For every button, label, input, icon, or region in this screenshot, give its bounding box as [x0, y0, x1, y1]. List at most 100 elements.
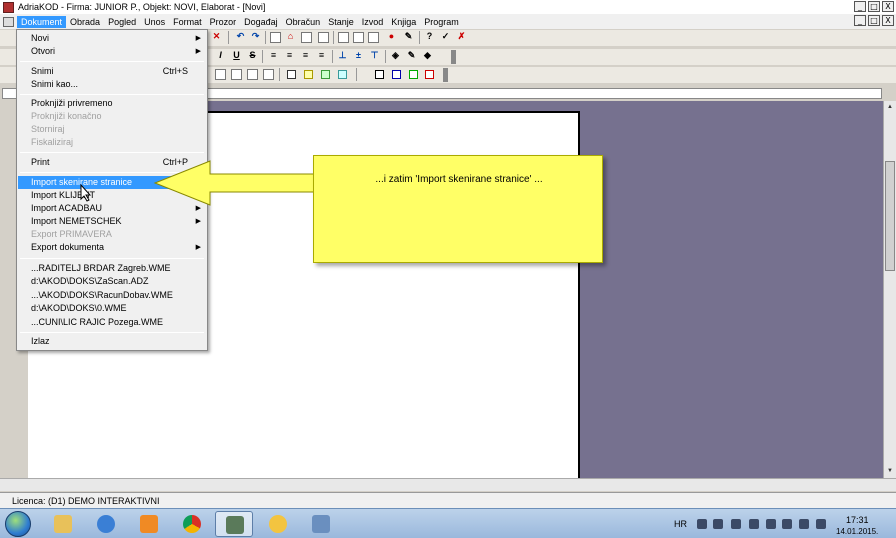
print-icon[interactable]	[353, 32, 364, 43]
mail-icon[interactable]	[301, 32, 312, 43]
taskbar-adriakod[interactable]	[215, 511, 253, 537]
align-left-icon[interactable]: ≡	[268, 51, 279, 62]
align-bottom-icon[interactable]: ⊥	[337, 51, 348, 62]
menu-dokument[interactable]: Dokument	[17, 15, 67, 28]
document-system-icon[interactable]	[3, 16, 14, 27]
menu-item-label: Import NEMETSCHEK	[31, 216, 122, 226]
color-green-swatch[interactable]	[321, 70, 330, 79]
menu-prozor[interactable]: Prozor	[206, 16, 241, 28]
window-icon[interactable]	[338, 32, 349, 43]
color-black-swatch[interactable]	[375, 70, 384, 79]
border-outer-icon[interactable]	[247, 69, 258, 80]
scroll-up-icon[interactable]: ▲	[885, 102, 895, 112]
undo-icon[interactable]: ↶	[235, 32, 246, 43]
recent-file-3[interactable]: ...\AKOD\DOKS\RacunDobav.WME	[18, 289, 206, 302]
redo-icon[interactable]: ↷	[250, 32, 261, 43]
mdi-restore-button[interactable]: □	[868, 15, 880, 26]
check-icon[interactable]: ✓	[440, 32, 451, 43]
color-navy-swatch[interactable]	[392, 70, 401, 79]
taskbar-chrome[interactable]	[173, 511, 211, 537]
tray-app-icon[interactable]	[713, 519, 723, 529]
taskbar-internet-explorer[interactable]	[87, 511, 125, 537]
delete-icon[interactable]: ✕	[211, 32, 222, 43]
help-icon[interactable]: ?	[424, 32, 435, 43]
menu-izvod[interactable]: Izvod	[358, 16, 388, 28]
tray-flag-icon[interactable]	[782, 519, 792, 529]
color-yellow-swatch[interactable]	[304, 70, 313, 79]
color-dark-green-swatch[interactable]	[409, 70, 418, 79]
menu-program[interactable]: Program	[420, 16, 463, 28]
tray-update-icon[interactable]	[766, 519, 776, 529]
recent-file-1[interactable]: ...RADITELJ BRDAR Zagreb.WME	[18, 262, 206, 275]
menu-item-label: Otvori	[31, 46, 56, 56]
tray-display-icon[interactable]	[799, 519, 809, 529]
menu-item-izlaz[interactable]: Izlaz	[18, 335, 206, 348]
horizontal-scrollbar[interactable]	[0, 478, 896, 491]
menu-pogled[interactable]: Pogled	[104, 16, 140, 28]
pen-icon[interactable]: ✎	[406, 51, 417, 62]
maximize-button[interactable]: □	[868, 1, 880, 12]
menu-format[interactable]: Format	[169, 16, 206, 28]
menu-item-import-nemetschek[interactable]: Import NEMETSCHEK ▶	[18, 215, 206, 228]
taskbar-network-app[interactable]	[302, 511, 340, 537]
color-cyan-swatch[interactable]	[338, 70, 347, 79]
menu-obracun[interactable]: Obračun	[282, 16, 325, 28]
mdi-minimize-button[interactable]: _	[854, 15, 866, 26]
brush-icon[interactable]: ✎	[403, 32, 414, 43]
tray-security-icon[interactable]	[731, 519, 741, 529]
recent-file-4[interactable]: d:\AKOD\DOKS\0.WME	[18, 302, 206, 315]
home-icon[interactable]: ⌂	[285, 32, 296, 43]
taskbar-media-player[interactable]	[130, 511, 168, 537]
scroll-thumb[interactable]	[885, 161, 895, 271]
align-center-icon[interactable]: ≡	[284, 51, 295, 62]
preview-icon[interactable]	[368, 32, 379, 43]
taskbar-explorer[interactable]	[44, 511, 82, 537]
align-right-icon[interactable]: ≡	[300, 51, 311, 62]
justify-icon[interactable]: ≡	[316, 51, 327, 62]
strikethrough-icon[interactable]: S	[247, 51, 258, 62]
align-middle-icon[interactable]: ±	[353, 51, 364, 62]
mdi-close-button[interactable]: X	[882, 15, 894, 26]
language-indicator[interactable]: HR	[674, 519, 687, 529]
menu-knjiga[interactable]: Knjiga	[387, 16, 420, 28]
border-inner-icon[interactable]	[231, 69, 242, 80]
fill-icon[interactable]: ◈	[390, 51, 401, 62]
border-frame-icon[interactable]	[215, 69, 226, 80]
toolbar-grip[interactable]	[443, 68, 448, 82]
align-top-icon[interactable]: ⊤	[369, 51, 380, 62]
menu-stanje[interactable]: Stanje	[324, 16, 358, 28]
menu-unos[interactable]: Unos	[140, 16, 169, 28]
toolbar-grip[interactable]	[451, 50, 456, 64]
taskbar-sun-app[interactable]	[259, 511, 297, 537]
tray-power-icon[interactable]	[749, 519, 759, 529]
close-button[interactable]: X	[882, 1, 894, 12]
menu-item-export-dokumenta[interactable]: Export dokumenta ▶	[18, 241, 206, 254]
tray-network-icon[interactable]	[697, 519, 707, 529]
menu-obrada[interactable]: Obrada	[66, 16, 104, 28]
menu-dogadaj[interactable]: Događaj	[240, 16, 282, 28]
menu-item-snimi[interactable]: Snimi Ctrl+S	[18, 65, 206, 78]
calculator-icon[interactable]	[318, 32, 329, 43]
menu-item-snimi-kao[interactable]: Snimi kao...	[18, 78, 206, 91]
tray-volume-icon[interactable]	[816, 519, 826, 529]
eraser-icon[interactable]: ◆	[422, 51, 433, 62]
start-button[interactable]	[5, 511, 31, 537]
menu-item-otvori[interactable]: Otvori ▶	[18, 45, 206, 58]
color-red-swatch[interactable]	[425, 70, 434, 79]
refresh-icon[interactable]	[270, 32, 281, 43]
cancel-icon[interactable]: ✗	[456, 32, 467, 43]
recent-file-5[interactable]: ...CUNI\LIC RAJIC Pozega.WME	[18, 316, 206, 329]
italic-icon[interactable]: I	[215, 51, 226, 62]
recent-file-2[interactable]: d:\AKOD\DOKS\ZaScan.ADZ	[18, 275, 206, 288]
scroll-down-icon[interactable]: ▼	[885, 466, 895, 476]
border-grid-icon[interactable]	[263, 69, 274, 80]
clock-time[interactable]: 17:31	[846, 515, 869, 525]
stop-icon[interactable]: ●	[386, 32, 397, 43]
vertical-scrollbar[interactable]: ▲ ▼	[883, 101, 896, 491]
menu-item-proknjizi-privremeno[interactable]: Proknjiži privremeno	[18, 97, 206, 110]
clock-date[interactable]: 14.01.2015.	[836, 527, 878, 536]
color-white-swatch[interactable]	[287, 70, 296, 79]
minimize-button[interactable]: _	[854, 1, 866, 12]
menu-item-novi[interactable]: Novi ▶	[18, 32, 206, 45]
underline-icon[interactable]: U	[231, 51, 242, 62]
